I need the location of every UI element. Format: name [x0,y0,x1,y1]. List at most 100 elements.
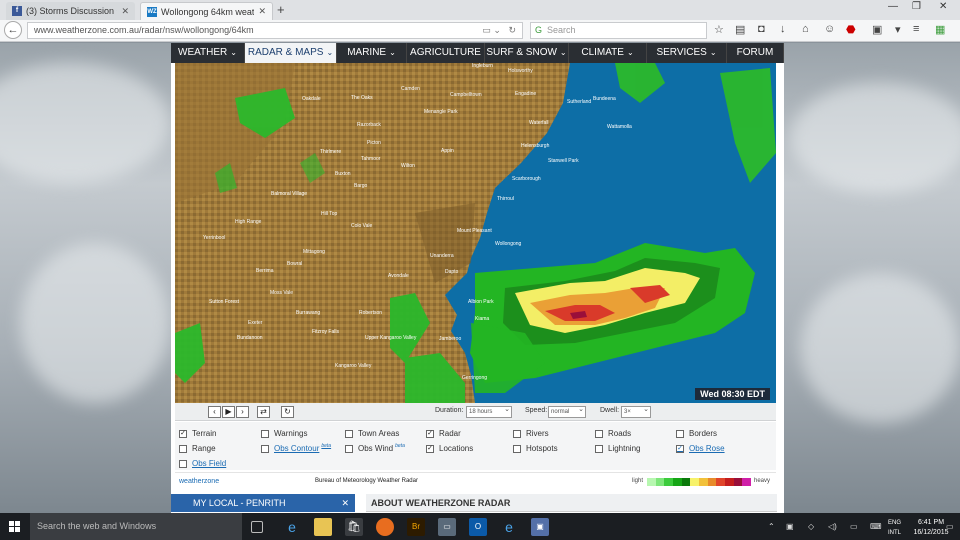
firefox-icon[interactable] [376,518,394,536]
close-window-icon[interactable]: ✕ [939,1,947,12]
chat-icon[interactable]: ☺ [824,23,835,35]
clock[interactable]: 6:41 PM 16/12/2015 [912,518,950,538]
layer-radar[interactable]: ✓ Radar [426,429,461,438]
menu-item-radar-maps[interactable]: RADAR & MAPS ⌄ [245,43,337,63]
close-icon[interactable]: ✕ [341,494,349,512]
layer-obs-rose[interactable]: ✓ Obs Rose [676,444,725,453]
next-frame-button[interactable]: › [236,406,249,418]
keyboard-icon[interactable]: ⌨ [870,522,882,531]
checkbox-unchecked[interactable] [345,444,353,453]
checkbox-unchecked[interactable] [345,429,353,438]
tab-wollongong-radar[interactable]: WZ Wollongong 64km weath... ✕ [140,2,273,20]
menu-icon[interactable]: ≡ [913,23,919,35]
prev-frame-button[interactable]: ‹ [208,406,221,418]
menu-item-marine[interactable]: MARINE ⌄ [337,43,407,63]
volume-icon[interactable]: ◁) [828,522,837,531]
menu-item-weather[interactable]: WEATHER ⌄ [171,43,245,63]
tab-close-icon[interactable]: ✕ [121,6,129,17]
layer-locations[interactable]: ✓ Locations [426,444,473,453]
dropbox-icon[interactable]: ◇ [808,522,814,531]
radar-map[interactable]: Colo Vale Mittagong Bowral Moss Vale Ber… [175,63,776,403]
task-view-icon[interactable] [251,521,263,533]
checkbox-checked[interactable]: ✓ [676,444,684,453]
restore-icon[interactable]: ❐ [912,1,921,12]
checkbox-checked[interactable]: ✓ [179,429,187,438]
extension-icon[interactable]: ▾ [895,23,901,36]
clock-date: 16/12/2015 [913,529,949,536]
menu-item-surf-snow[interactable]: SURF & SNOW ⌄ [485,43,569,63]
windows-start-icon[interactable] [9,521,21,533]
menu-item-services[interactable]: SERVICES ⌄ [647,43,727,63]
menu-item-forum[interactable]: FORUM [727,43,784,63]
edge-browser-icon[interactable]: e [283,518,301,536]
tab-storms-discussion[interactable]: f (3) Storms Discussion Gro... ✕ [6,2,135,20]
layer-label[interactable]: Obs Contour [274,444,319,453]
network-tray-icon[interactable]: ▣ [786,522,794,531]
back-arrow-icon[interactable]: ← [4,21,22,39]
checkbox-unchecked[interactable] [261,444,269,453]
layer-town-areas[interactable]: Town Areas [345,429,399,438]
duration-select[interactable]: 18 hours [466,405,512,418]
layer-obs-contour[interactable]: Obs Contour beta [261,443,331,453]
layer-borders[interactable]: Borders [676,429,717,438]
layer-hotspots[interactable]: Hotspots [513,444,558,453]
checkbox-unchecked[interactable] [595,444,603,453]
reading-list-icon[interactable]: ▤ [735,23,745,36]
adblock-icon[interactable]: ⬣ [846,23,856,36]
bridge-icon[interactable]: Br [407,518,425,536]
outlook-icon[interactable]: O [469,518,487,536]
extension-icon[interactable]: ▣ [872,23,882,36]
menu-item-climate[interactable]: CLIMATE ⌄ [569,43,647,63]
layer-rivers[interactable]: Rivers [513,429,549,438]
map-place-label: Thirroul [497,196,514,202]
checkbox-unchecked[interactable] [513,444,521,453]
extension-icon[interactable]: ▦ [935,23,945,36]
layer-roads[interactable]: Roads [595,429,631,438]
checkbox-checked[interactable]: ✓ [426,444,434,453]
swap-icon[interactable]: ⇄ [257,406,270,418]
scanner-icon[interactable]: ▭ [438,518,456,536]
save-icon[interactable]: ▣ [531,518,549,536]
checkbox-unchecked[interactable] [676,429,684,438]
play-button[interactable]: ▶ [222,406,235,418]
new-tab-icon[interactable]: + [277,2,285,17]
checkbox-unchecked[interactable] [179,444,187,453]
pocket-icon[interactable]: ◘ [758,23,765,35]
checkbox-unchecked[interactable] [513,429,521,438]
checkbox-unchecked[interactable] [179,459,187,468]
taskbar-search-input[interactable]: Search the web and Windows [30,513,242,540]
reader-refresh-icons[interactable]: ▭ ⌄ ↻ [482,23,516,38]
layer-obs-wind[interactable]: Obs Wind beta [345,443,405,453]
chevron-down-icon: ⌄ [709,48,717,57]
tray-chevron-icon[interactable]: ⌃ [768,522,775,531]
layer-range[interactable]: Range [179,444,216,453]
file-explorer-icon[interactable] [314,518,332,536]
menu-item-agriculture[interactable]: AGRICULTURE [407,43,485,63]
action-center-icon[interactable]: ▭ [946,522,954,531]
checkbox-unchecked[interactable] [261,429,269,438]
bookmark-star-icon[interactable]: ☆ [714,23,724,36]
layer-obs-field[interactable]: Obs Field [179,459,226,468]
checkbox-unchecked[interactable] [595,429,603,438]
speed-select[interactable]: normal [548,405,586,418]
checkbox-checked[interactable]: ✓ [426,429,434,438]
language-indicator[interactable]: ENG INTL [888,518,901,538]
layer-warnings[interactable]: Warnings [261,429,308,438]
notifications-icon[interactable]: ▭ [850,522,858,531]
layer-label[interactable]: Obs Rose [689,444,725,453]
layer-lightning[interactable]: Lightning [595,444,640,453]
minimize-icon[interactable]: — [888,1,898,12]
my-local-header[interactable]: MY LOCAL - PENRITH ✕ [171,494,355,512]
home-icon[interactable]: ⌂ [802,23,809,35]
ie-icon[interactable]: e [500,518,518,536]
tab-close-icon[interactable]: ✕ [258,6,266,17]
map-place-label: Helensburgh [521,143,550,149]
layer-terrain[interactable]: ✓ Terrain [179,429,216,438]
dwell-select[interactable]: 3× [621,405,651,418]
download-icon[interactable]: ↓ [780,23,786,35]
store-icon[interactable]: 🛍 [345,518,363,536]
address-bar[interactable]: www.weatherzone.com.au/radar/nsw/wollong… [27,22,523,39]
refresh-icon[interactable]: ↻ [281,406,294,418]
layer-label[interactable]: Obs Field [192,459,226,468]
search-input[interactable]: G Search [530,22,707,39]
